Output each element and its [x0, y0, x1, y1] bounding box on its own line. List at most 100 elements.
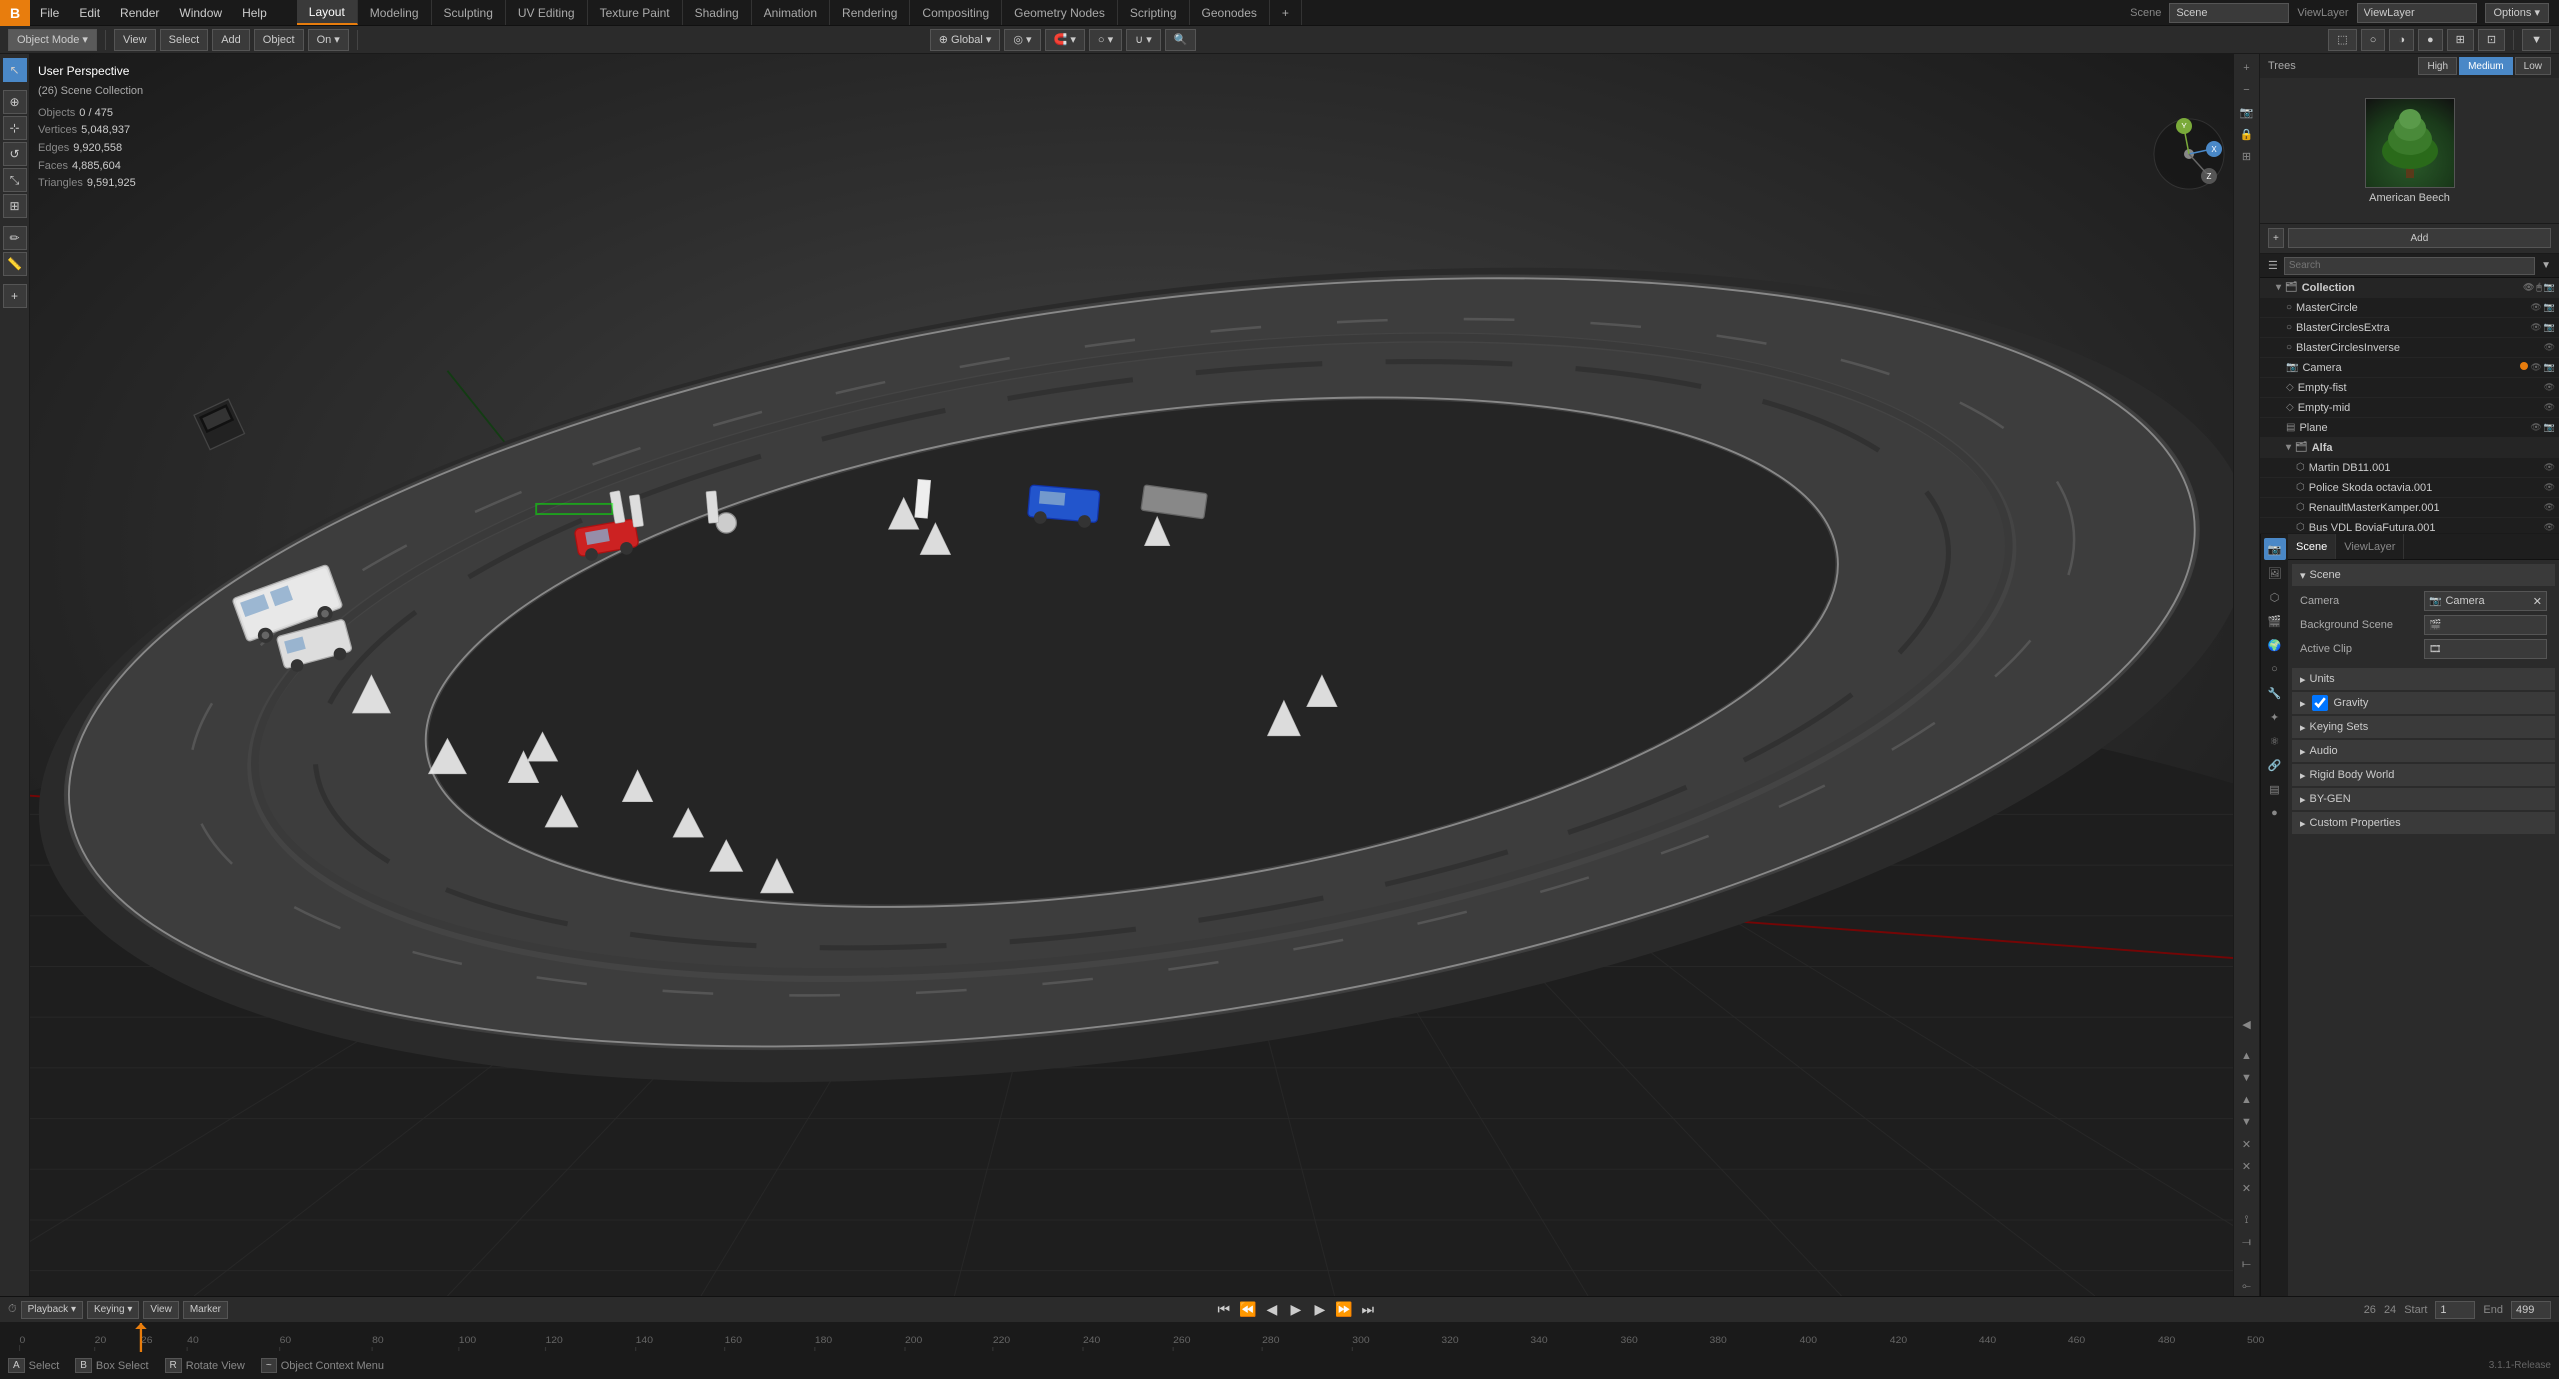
- nav-down[interactable]: ▼: [2237, 1068, 2257, 1088]
- visibility-icon[interactable]: 👁: [2523, 282, 2534, 293]
- select-tool[interactable]: ↖: [3, 58, 27, 82]
- annotate-tool[interactable]: ✏: [3, 226, 27, 250]
- props-icon-physics[interactable]: ⚛: [2264, 730, 2286, 752]
- viewport-shading-3[interactable]: ◑: [2389, 29, 2414, 51]
- sidebar-toggle[interactable]: ◀: [2237, 1014, 2257, 1034]
- vis-b[interactable]: 👁: [2544, 522, 2555, 533]
- scene-input[interactable]: [2169, 3, 2289, 23]
- bygen-header[interactable]: ▸ BY-GEN: [2292, 788, 2555, 810]
- nav-z[interactable]: ✕: [2237, 1178, 2257, 1198]
- vis-p[interactable]: 👁: [2544, 482, 2555, 493]
- transform-global[interactable]: ⊕ Global ▾: [930, 29, 1001, 51]
- props-icon-object[interactable]: ○: [2264, 658, 2286, 680]
- custom-props-header[interactable]: ▸ Custom Properties: [2292, 812, 2555, 834]
- rigid-body-header[interactable]: ▸ Rigid Body World: [2292, 764, 2555, 786]
- timeline-ruler[interactable]: 0 20 26 40 60 80 100 120 140 160 180 200…: [0, 1323, 2559, 1352]
- props-icon-particles[interactable]: ✦: [2264, 706, 2286, 728]
- view-lock-btn[interactable]: 🔒: [2237, 124, 2257, 144]
- nav-x[interactable]: ✕: [2237, 1134, 2257, 1154]
- units-header[interactable]: ▸ Units: [2292, 668, 2555, 690]
- tab-sculpting[interactable]: Sculpting: [432, 0, 506, 25]
- outliner-item-blastercirclesinv[interactable]: ○ BlasterCirclesInverse 👁: [2260, 338, 2559, 358]
- menu-render[interactable]: Render: [110, 0, 169, 25]
- tab-animation[interactable]: Animation: [752, 0, 830, 25]
- next-frame-btn[interactable]: ⏩: [1334, 1300, 1354, 1320]
- view-menu[interactable]: View: [114, 29, 156, 51]
- next-keyframe-btn[interactable]: ▶: [1310, 1300, 1330, 1320]
- select-menu[interactable]: Select: [160, 29, 209, 51]
- overlay-btn[interactable]: ⊞: [2447, 29, 2474, 51]
- prev-keyframe-btn[interactable]: ◀: [1262, 1300, 1282, 1320]
- playback-menu[interactable]: Playback ▾: [21, 1301, 83, 1319]
- props-icon-material[interactable]: ●: [2264, 802, 2286, 824]
- outliner-item-renault[interactable]: ⬡ RenaultMasterKamper.001 👁: [2260, 498, 2559, 518]
- tab-add[interactable]: +: [1270, 0, 1302, 25]
- tab-modeling[interactable]: Modeling: [358, 0, 432, 25]
- rend-icon7[interactable]: 📷: [2544, 422, 2555, 433]
- tab-geometry-nodes[interactable]: Geometry Nodes: [1002, 0, 1118, 25]
- outliner-item-emptymid[interactable]: ◇ Empty-mid 👁: [2260, 398, 2559, 418]
- rend-icon2[interactable]: 📷: [2544, 322, 2555, 333]
- vis-r[interactable]: 👁: [2544, 502, 2555, 513]
- view-camera-btn[interactable]: 📷: [2237, 102, 2257, 122]
- mode-selector[interactable]: Object Mode ▾: [8, 29, 97, 51]
- vis-icon4[interactable]: 👁: [2530, 362, 2541, 373]
- props-icon-view[interactable]: ⬡: [2264, 586, 2286, 608]
- menu-file[interactable]: File: [30, 0, 69, 25]
- outliner-item-alfa-collection[interactable]: ▾ 🗂 Alfa: [2260, 438, 2559, 458]
- filter-btn[interactable]: ▼: [2522, 29, 2551, 51]
- extra-1[interactable]: ⟟: [2237, 1210, 2257, 1230]
- outliner-item-camera[interactable]: 📷 Camera 👁 📷: [2260, 358, 2559, 378]
- tab-compositing[interactable]: Compositing: [910, 0, 1002, 25]
- quad-view-btn[interactable]: ⊞: [2237, 146, 2257, 166]
- selectable-icon[interactable]: 🖱: [2536, 282, 2541, 293]
- tab-uv-editing[interactable]: UV Editing: [506, 0, 588, 25]
- viewport[interactable]: User Perspective (26) Scene Collection O…: [30, 54, 2259, 1296]
- render-icon[interactable]: 📷: [2544, 282, 2555, 293]
- extra-3[interactable]: ⟝: [2237, 1254, 2257, 1274]
- active-clip-value[interactable]: 🎞: [2424, 639, 2547, 659]
- menu-help[interactable]: Help: [232, 0, 277, 25]
- jump-end-btn[interactable]: ⏭: [1358, 1300, 1378, 1320]
- outliner-item-mastercircle[interactable]: ○ MasterCircle 👁📷: [2260, 298, 2559, 318]
- props-tab-scene[interactable]: Scene: [2288, 534, 2336, 559]
- prev-frame-btn[interactable]: ⏪: [1238, 1300, 1258, 1320]
- play-btn[interactable]: ▶: [1286, 1300, 1306, 1320]
- camera-value[interactable]: 📷 Camera ✕: [2424, 591, 2547, 611]
- keying-menu[interactable]: Keying ▾: [87, 1301, 139, 1319]
- outliner-item-plane[interactable]: ▤ Plane 👁📷: [2260, 418, 2559, 438]
- marker-menu[interactable]: Marker: [183, 1301, 228, 1319]
- rotate-tool[interactable]: ↺: [3, 142, 27, 166]
- tab-shading[interactable]: Shading: [683, 0, 752, 25]
- render-icon2[interactable]: 📷: [2544, 302, 2555, 313]
- outliner-search[interactable]: [2284, 257, 2535, 275]
- vis-icon2[interactable]: 👁: [2530, 322, 2541, 333]
- audio-header[interactable]: ▸ Audio: [2292, 740, 2555, 762]
- viewport-shading-2[interactable]: ○: [2361, 29, 2386, 51]
- proportional-edit[interactable]: ○ ▾: [1089, 29, 1122, 51]
- vis-m[interactable]: 👁: [2544, 462, 2555, 473]
- falloff-type[interactable]: ∪ ▾: [1126, 29, 1161, 51]
- gravity-header[interactable]: ▸ Gravity: [2292, 692, 2555, 714]
- tree-plus-btn[interactable]: +: [2268, 228, 2284, 248]
- nav-up2[interactable]: ▲: [2237, 1090, 2257, 1110]
- add-menu[interactable]: Add: [212, 29, 250, 51]
- props-icon-output[interactable]: 🖼: [2264, 562, 2286, 584]
- scene-section-header[interactable]: ▾ Scene: [2292, 564, 2555, 586]
- extra-4[interactable]: ⟜: [2237, 1276, 2257, 1296]
- tab-rendering[interactable]: Rendering: [830, 0, 910, 25]
- props-icon-scene[interactable]: 🎬: [2264, 610, 2286, 632]
- transform-tool[interactable]: ⊞: [3, 194, 27, 218]
- props-icon-data[interactable]: ▤: [2264, 778, 2286, 800]
- zoom-in-btn[interactable]: +: [2237, 58, 2257, 78]
- outliner-item-martin[interactable]: ⬡ Martin DB11.001 👁: [2260, 458, 2559, 478]
- viewport-shading-1[interactable]: ⬚: [2328, 29, 2356, 51]
- outliner-filter-icon[interactable]: ▼: [2541, 260, 2551, 271]
- nav-up[interactable]: ▲: [2237, 1046, 2257, 1066]
- gravity-checkbox[interactable]: [2312, 695, 2328, 711]
- zoom-out-btn[interactable]: −: [2237, 80, 2257, 100]
- timeline-clock-icon[interactable]: ⏱: [8, 1303, 17, 1316]
- cursor-tool[interactable]: ⊕: [3, 90, 27, 114]
- outliner-item-blastercircles[interactable]: ○ BlasterCirclesExtra 👁📷: [2260, 318, 2559, 338]
- jump-start-btn[interactable]: ⏮: [1214, 1300, 1234, 1320]
